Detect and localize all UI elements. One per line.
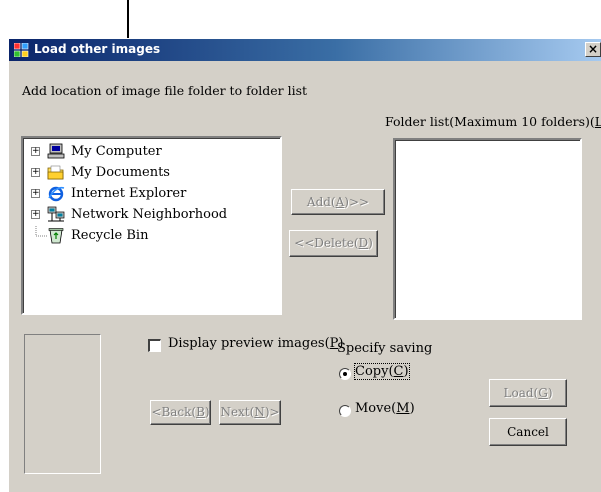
close-icon: × [587,42,599,56]
my-computer-icon [47,143,65,159]
back-button[interactable]: <Back(B) [150,400,211,425]
tree-item-label: My Documents [71,165,170,180]
expand-icon[interactable]: + [31,168,40,177]
tree-item-label: Network Neighborhood [71,207,228,222]
network-icon [47,206,65,222]
load-button[interactable]: Load(G) [489,379,567,407]
folder-list-label: Folder list(Maximum 10 folders)(L) [385,114,601,129]
recycle-bin-icon [48,228,64,244]
tree-item-label: Recycle Bin [71,228,149,243]
load-other-images-dialog: Load other images × Add location of imag… [8,38,601,492]
radio-selected-dot [343,372,347,376]
folder-list-box[interactable] [393,138,582,320]
expand-icon[interactable]: + [31,189,40,198]
close-button[interactable]: × [585,42,601,57]
move-radio[interactable] [339,405,351,417]
add-button[interactable]: Add(A)>> [291,189,385,215]
title-bar[interactable]: Load other images × [9,39,601,61]
expand-icon[interactable]: + [31,210,40,219]
folder-location-label: Add location of image file folder to fol… [22,83,308,98]
cancel-button[interactable]: Cancel [489,418,567,446]
tree-item-label: Internet Explorer [71,186,187,201]
specify-saving-label: Specify saving [337,341,433,356]
folder-icon [47,165,64,180]
expand-icon[interactable]: + [31,147,40,156]
preview-image-box [24,334,101,474]
folder-tree-view[interactable]: + My Computer + My Documents + Internet … [21,136,282,315]
move-radio-label[interactable]: Move(M) [355,401,415,416]
copy-radio-label[interactable]: Copy(C) [354,363,410,380]
display-preview-checkbox[interactable] [148,339,161,352]
display-preview-label[interactable]: Display preview images(P) [168,336,343,351]
app-icon [14,43,29,57]
copy-radio[interactable] [339,368,351,380]
internet-explorer-icon [48,186,65,202]
tree-item-label: My Computer [71,144,162,159]
window-title: Load other images [34,42,161,56]
delete-button[interactable]: <<Delete(D) [289,230,378,257]
next-button[interactable]: Next(N)> [219,400,281,425]
